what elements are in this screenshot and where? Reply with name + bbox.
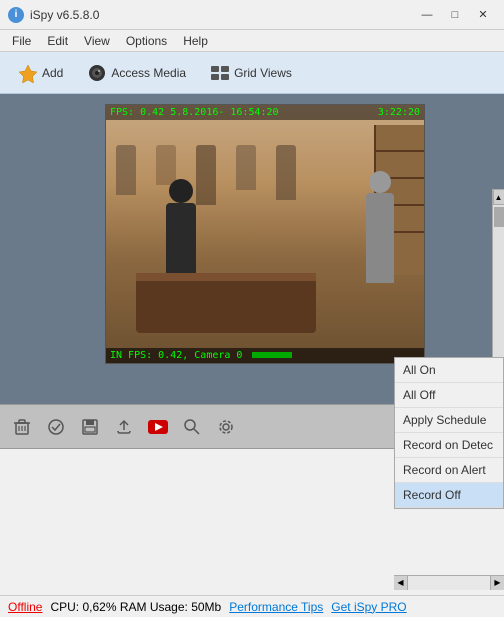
add-label: Add [42, 66, 63, 80]
search-icon [183, 418, 201, 436]
hscroll-track[interactable] [408, 576, 490, 590]
app-icon: i [8, 7, 24, 23]
camera-fps-bar: IN FPS: 0.42, Camera 0 [110, 350, 292, 361]
grid-views-label: Grid Views [234, 66, 292, 80]
add-icon [18, 63, 38, 83]
save-button[interactable] [76, 413, 104, 441]
menu-file[interactable]: File [4, 32, 39, 50]
figure-2 [366, 193, 394, 283]
status-bar: Offline CPU: 0,62% RAM Usage: 50Mb Perfo… [0, 595, 504, 617]
minimize-button[interactable]: — [414, 5, 440, 25]
fps-indicator [252, 352, 292, 358]
menu-edit[interactable]: Edit [39, 32, 76, 50]
dropdown-item-apply-schedule[interactable]: Apply Schedule [395, 408, 503, 433]
status-cpu-ram: CPU: 0,62% RAM Usage: 50Mb [50, 600, 221, 614]
delete-button[interactable] [8, 413, 36, 441]
trash-icon [13, 418, 31, 436]
grid-views-button[interactable]: Grid Views [200, 59, 302, 87]
upload-icon [115, 418, 133, 436]
title-bar: i iSpy v6.5.8.0 — □ ✕ [0, 0, 504, 30]
menu-help[interactable]: Help [175, 32, 216, 50]
maximize-button[interactable]: □ [442, 5, 468, 25]
table-object [136, 273, 316, 333]
menu-bar: File Edit View Options Help [0, 30, 504, 52]
toolbar: Add Access Media Grid Views [0, 52, 504, 94]
dropdown-item-all-off[interactable]: All Off [395, 383, 503, 408]
save-icon [81, 418, 99, 436]
camera-overlay-top: FPS: 0.42 5.8.2016- 16:54:20 3:22:20 [106, 105, 424, 120]
camera-fps-top: FPS: 0.42 5.8.2016- 16:54:20 [110, 107, 279, 118]
dropdown-item-record-on-detect[interactable]: Record on Detec [395, 433, 503, 458]
window-controls: — □ ✕ [414, 5, 496, 25]
scroll-thumb[interactable] [494, 207, 504, 227]
youtube-icon [147, 418, 169, 436]
close-button[interactable]: ✕ [470, 5, 496, 25]
access-media-button[interactable]: Access Media [77, 59, 196, 87]
camera-overlay-bottom: IN FPS: 0.42, Camera 0 [106, 348, 424, 363]
access-media-label: Access Media [111, 66, 186, 80]
checkmark-icon [47, 418, 65, 436]
add-button[interactable]: Add [8, 59, 73, 87]
dropdown-panel: All On All Off Apply Schedule Record on … [394, 357, 504, 509]
status-offline[interactable]: Offline [8, 600, 42, 614]
figure-1 [166, 203, 196, 283]
grid-icon [210, 63, 230, 83]
scroll-up-arrow[interactable]: ▲ [493, 189, 504, 205]
dropdown-item-all-on[interactable]: All On [395, 358, 503, 383]
settings-button[interactable] [212, 413, 240, 441]
menu-view[interactable]: View [76, 32, 118, 50]
upload-button[interactable] [110, 413, 138, 441]
menu-options[interactable]: Options [118, 32, 175, 50]
gear-icon [217, 418, 235, 436]
hscroll-left-arrow[interactable]: ◀ [394, 576, 408, 590]
camera-icon [87, 63, 107, 83]
get-ispy-pro-link[interactable]: Get iSpy PRO [331, 600, 406, 614]
window-title: iSpy v6.5.8.0 [30, 8, 414, 22]
hscroll-right-arrow[interactable]: ▶ [490, 576, 504, 590]
camera-time: 3:22:20 [378, 107, 420, 118]
youtube-button[interactable] [144, 413, 172, 441]
camera-feed[interactable]: FPS: 0.42 5.8.2016- 16:54:20 3:22:20 [105, 104, 425, 364]
camera-scene [106, 105, 424, 363]
search-button[interactable] [178, 413, 206, 441]
dropdown-item-record-on-alert[interactable]: Record on Alert [395, 458, 503, 483]
dropdown-hscrollbar[interactable]: ◀ ▶ [394, 575, 504, 589]
dropdown-item-record-off[interactable]: Record Off [395, 483, 503, 508]
performance-tips-link[interactable]: Performance Tips [229, 600, 323, 614]
check-button[interactable] [42, 413, 70, 441]
